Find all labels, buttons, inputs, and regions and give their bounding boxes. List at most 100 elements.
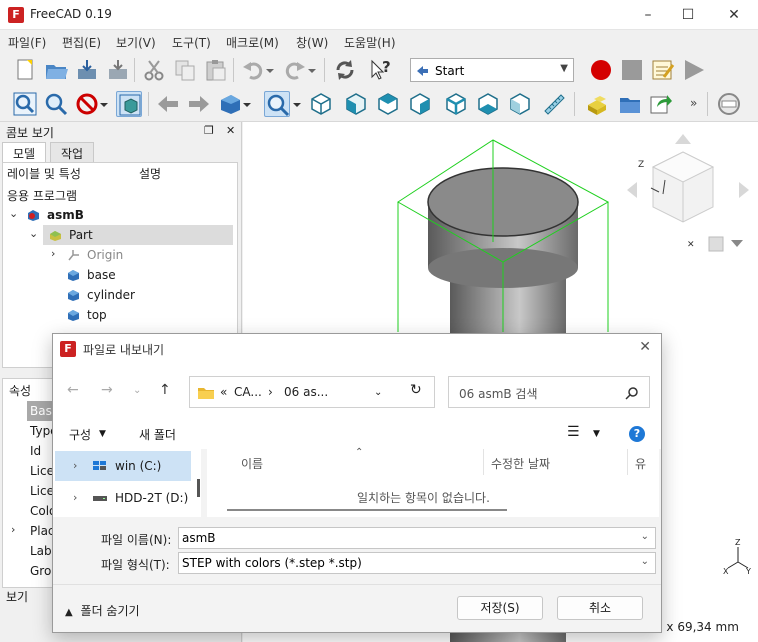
std-views-dropdown-icon[interactable] [241, 91, 253, 117]
redo-dropdown-icon[interactable] [306, 57, 318, 83]
tab-tasks[interactable]: 작업 [50, 142, 95, 162]
menu-window[interactable]: 창(W) [296, 34, 328, 51]
whats-this-icon[interactable]: ? [368, 57, 394, 83]
forward-arrow-icon[interactable] [186, 91, 212, 117]
close-panel-icon[interactable]: ✕ [226, 124, 235, 137]
chevron-down-icon[interactable]: ⌄ [9, 207, 18, 220]
save-as-icon[interactable] [105, 57, 131, 83]
chevron-down-icon[interactable]: ⌄ [641, 531, 649, 542]
path-segment[interactable]: 06 as... [284, 385, 328, 399]
zoom-dropdown-icon[interactable] [291, 91, 303, 117]
column-modified[interactable]: 수정한 날짜 [491, 455, 550, 472]
new-document-icon[interactable] [12, 57, 38, 83]
chevron-down-icon[interactable]: ⌄ [641, 556, 649, 567]
draw-style-icon[interactable] [74, 91, 100, 117]
measure-distance-icon[interactable] [541, 91, 567, 117]
view-right-icon[interactable] [407, 91, 433, 117]
column-type[interactable]: 유 [635, 455, 646, 472]
recent-locations-icon[interactable]: ⌄ [133, 385, 141, 396]
new-folder-button[interactable]: 새 폴더 [139, 426, 176, 443]
undo-dropdown-icon[interactable] [264, 57, 276, 83]
chevron-right-icon[interactable]: › [73, 459, 77, 472]
close-icon[interactable]: ✕ [639, 339, 651, 355]
open-document-icon[interactable] [43, 57, 69, 83]
menu-file[interactable]: 파일(F) [8, 34, 46, 51]
navigation-style-icon[interactable] [716, 91, 742, 117]
tree-item-cylinder[interactable]: cylinder [3, 285, 237, 305]
back-arrow-icon[interactable] [155, 91, 181, 117]
chevron-right-icon[interactable]: › [73, 491, 77, 504]
address-bar[interactable]: « CA... › 06 as... ⌄ ↻ [189, 376, 435, 408]
tree-item-base[interactable]: base [3, 265, 237, 285]
bounding-box-icon[interactable] [116, 91, 142, 117]
redo-icon[interactable] [282, 57, 308, 83]
view-top-icon[interactable] [375, 91, 401, 117]
create-link-icon[interactable] [648, 91, 674, 117]
undo-icon[interactable] [240, 57, 266, 83]
filetype-select[interactable]: STEP with colors (*.step *.stp) ⌄ [178, 552, 656, 574]
up-folder-icon[interactable]: ↑ [159, 382, 171, 398]
edit-macro-icon[interactable] [650, 57, 676, 83]
chevron-down-icon[interactable]: ▼ [99, 429, 106, 439]
create-part-icon[interactable] [585, 91, 611, 117]
menu-edit[interactable]: 편집(E) [62, 34, 101, 51]
stop-macro-icon[interactable] [619, 57, 645, 83]
float-panel-icon[interactable]: ❐ [204, 124, 214, 137]
path-segment[interactable]: CA... [234, 385, 262, 399]
scrollbar[interactable] [197, 479, 200, 497]
draw-style-dropdown-icon[interactable] [98, 91, 110, 117]
std-views-icon[interactable] [217, 91, 243, 117]
menu-help[interactable]: 도움말(H) [344, 34, 396, 51]
create-group-icon[interactable] [617, 91, 643, 117]
save-button[interactable]: 저장(S) [457, 596, 543, 620]
chevron-right-icon[interactable]: › [51, 247, 55, 260]
run-macro-icon[interactable] [681, 57, 707, 83]
organize-button[interactable]: 구성 [69, 426, 91, 443]
view-isometric-icon[interactable] [308, 91, 334, 117]
copy-icon[interactable] [172, 57, 198, 83]
maximize-icon[interactable]: ☐ [666, 0, 710, 30]
chevron-down-icon[interactable]: ⌄ [29, 227, 38, 240]
chevron-down-icon[interactable]: ⌄ [374, 387, 382, 398]
refresh-icon[interactable] [332, 57, 358, 83]
chevron-down-icon[interactable]: ▼ [593, 429, 600, 439]
back-icon[interactable]: ← [67, 382, 79, 398]
menu-view[interactable]: 보기(V) [116, 34, 156, 51]
help-icon[interactable]: ? [629, 426, 645, 442]
nav-item-drive-d[interactable]: › HDD-2T (D:) [55, 483, 191, 513]
forward-icon[interactable]: → [101, 382, 113, 398]
view-rear-icon[interactable] [443, 91, 469, 117]
save-icon[interactable] [74, 57, 100, 83]
path-overflow[interactable]: « [220, 385, 227, 399]
tree-item-origin[interactable]: › Origin [3, 245, 237, 265]
search-input[interactable]: 06 asmB 검색 [448, 376, 650, 408]
cancel-button[interactable]: 취소 [557, 596, 643, 620]
refresh-icon[interactable]: ↻ [410, 382, 422, 398]
column-name[interactable]: 이름 [241, 455, 263, 472]
view-bottom-icon[interactable] [475, 91, 501, 117]
chevron-right-icon[interactable]: › [11, 523, 15, 536]
menu-tools[interactable]: 도구(T) [172, 34, 211, 51]
workbench-selector[interactable]: Start ▼ [410, 58, 574, 82]
menu-macro[interactable]: 매크로(M) [226, 34, 279, 51]
minimize-icon[interactable]: – [626, 0, 670, 30]
hide-folders-toggle[interactable]: ▲ 폴더 숨기기 [65, 602, 140, 619]
view-options-icon[interactable]: ☰ [567, 424, 580, 440]
fit-selection-icon[interactable] [43, 91, 69, 117]
tree-item-part[interactable]: ⌄ Part [29, 225, 233, 245]
paste-icon[interactable] [203, 57, 229, 83]
filename-field[interactable]: asmB ⌄ [178, 527, 656, 549]
tree-item-top[interactable]: top [3, 305, 237, 325]
tree-item-asmb[interactable]: ⌄ asmB [3, 205, 237, 225]
view-front-icon[interactable] [343, 91, 369, 117]
tab-view[interactable]: 보기 [6, 588, 28, 605]
view-left-icon[interactable] [507, 91, 533, 117]
zoom-icon[interactable] [264, 91, 290, 117]
cut-icon[interactable] [141, 57, 167, 83]
horizontal-scrollbar[interactable] [209, 505, 657, 515]
nav-item-drive-c[interactable]: › win (C:) [55, 451, 191, 481]
tab-model[interactable]: 모델 [2, 142, 47, 162]
toolbar-overflow-icon[interactable]: » [690, 96, 697, 110]
fit-all-icon[interactable] [12, 91, 38, 117]
close-icon[interactable]: ✕ [712, 0, 756, 30]
